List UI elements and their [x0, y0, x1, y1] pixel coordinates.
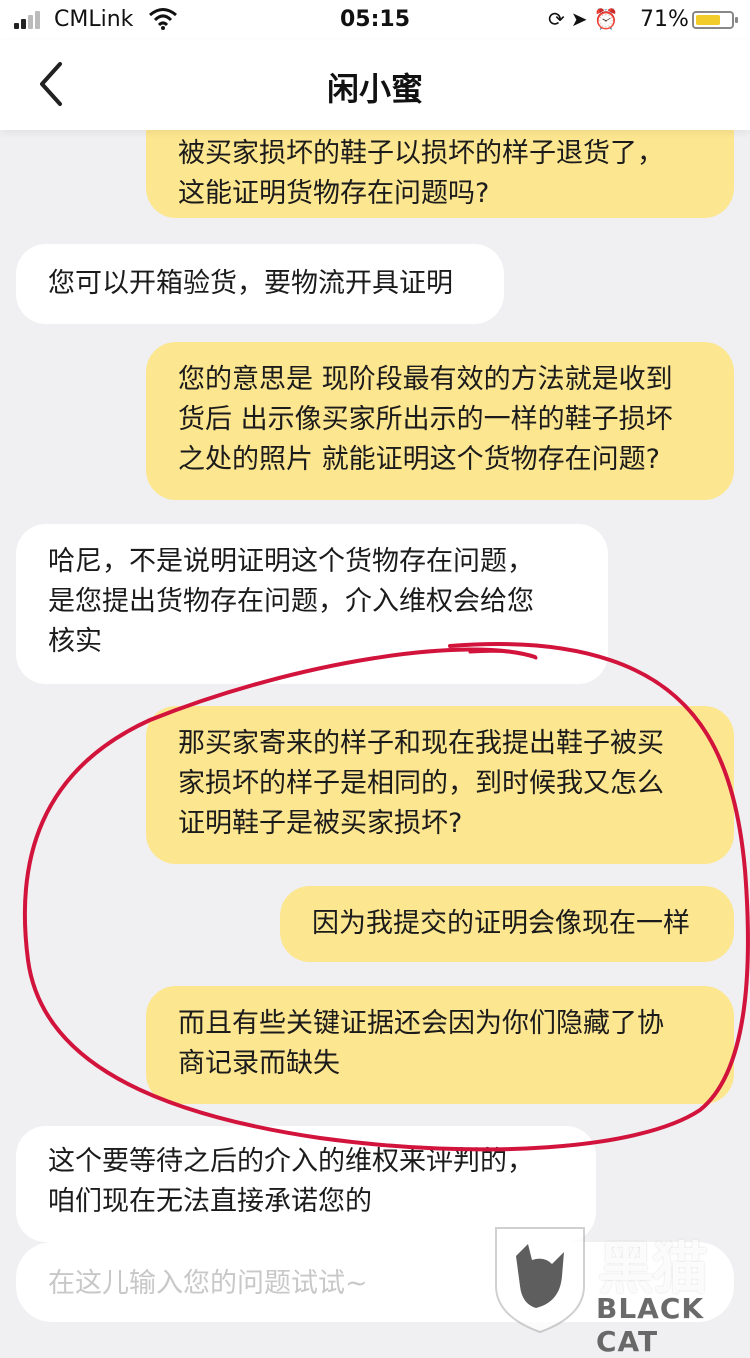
- battery-percent: 71%: [640, 7, 689, 32]
- nav-bar: 闲小蜜: [0, 40, 750, 130]
- message-bubble-theirs: 哈尼，不是说明证明这个货物存在问题， 是您提出货物存在问题，介入维权会给您 核实: [16, 524, 608, 684]
- lock-rotation-icon: ⟳: [548, 7, 571, 31]
- black-cat-logo-icon: [495, 1227, 585, 1334]
- location-icon: ➤: [570, 7, 594, 31]
- message-bubble-mine: 而且有些关键证据还会因为你们隐藏了协 商记录而缺失: [146, 986, 734, 1104]
- message-bubble-theirs: 您可以开箱验货，要物流开具证明: [16, 244, 504, 324]
- message-bubble-mine: 被买家损坏的鞋子以损坏的样子退货了， 这能证明货物存在问题吗?: [146, 130, 734, 218]
- chat-message-list[interactable]: 被买家损坏的鞋子以损坏的样子退货了， 这能证明货物存在问题吗? 您可以开箱验货，…: [0, 130, 750, 1242]
- status-bar: CMLink 05:15 ⟳➤⏰ 71%: [0, 0, 750, 40]
- page-title: 闲小蜜: [326, 70, 423, 108]
- alarm-icon: ⏰: [593, 7, 625, 31]
- message-bubble-mine: 那买家寄来的样子和现在我提出鞋子被买 家损坏的样子是相同的，到时候我又怎么 证明…: [146, 706, 734, 864]
- battery-icon: [692, 11, 738, 29]
- message-bubble-mine: 因为我提交的证明会像现在一样: [280, 886, 734, 962]
- watermark-en: BLACK CAT: [596, 1292, 705, 1358]
- status-time: 05:15: [339, 7, 411, 32]
- status-icons: ⟳➤⏰: [548, 7, 624, 31]
- watermark: 黑猫 BLACK CAT: [486, 1216, 750, 1358]
- message-bubble-mine: 您的意思是 现阶段最有效的方法就是收到 货后 出示像买家所出示的一样的鞋子损坏 …: [146, 342, 734, 500]
